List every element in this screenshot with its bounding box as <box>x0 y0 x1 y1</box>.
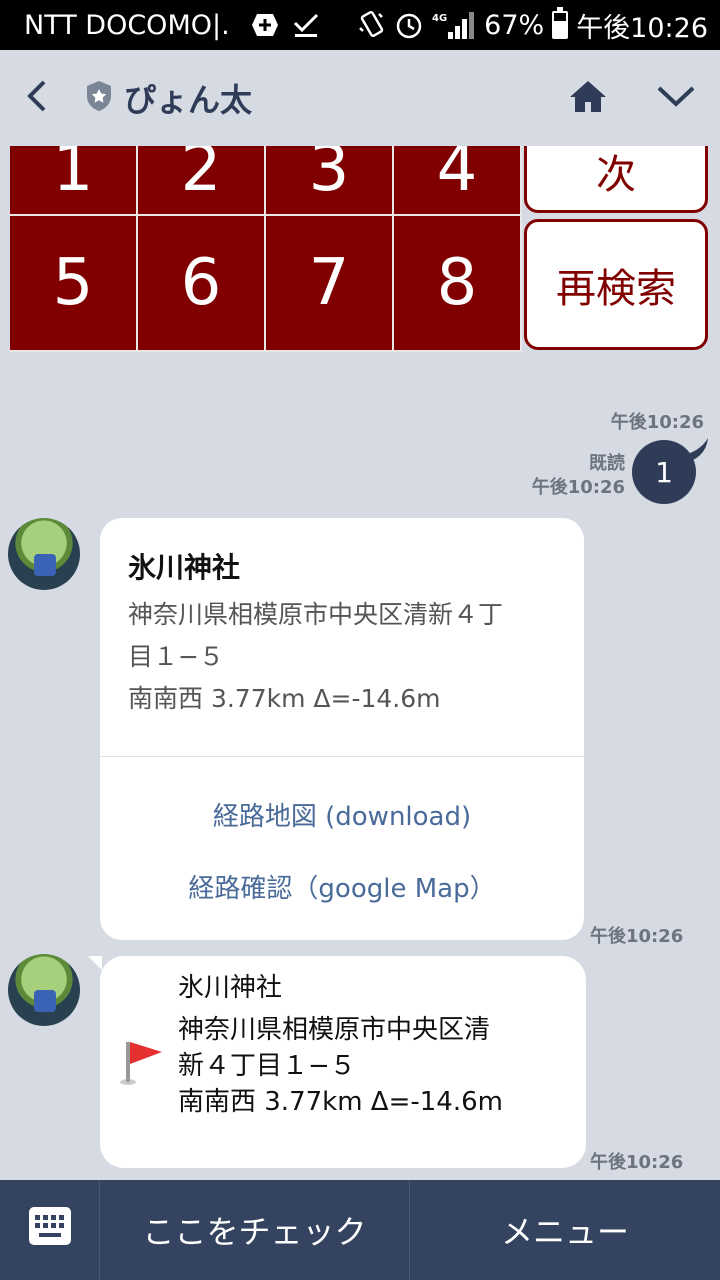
location-timestamp: 午後10:26 <box>590 1152 684 1173</box>
card-address-line1: 神奈川県相模原市中央区清新４丁 <box>128 600 504 629</box>
red-flag-icon <box>118 1034 166 1090</box>
read-label: 既読 <box>589 453 625 474</box>
route-map-download-link[interactable]: 経路地図 (download) <box>100 796 584 833</box>
carrier-name: NTT DOCOMO|. <box>24 9 230 41</box>
vibrate-icon <box>356 10 386 40</box>
card-divider <box>100 756 584 757</box>
sent-bubble-tail <box>680 438 708 462</box>
number-grid: 1 2 3 4 5 6 7 8 次 再検索 <box>10 146 710 352</box>
timestamp: 午後10:26 <box>610 412 704 433</box>
clock: 午後10:26 <box>576 12 708 44</box>
card-direction: 南南西 3.77km Δ=-14.6m <box>128 684 441 713</box>
number-button-3[interactable]: 3 <box>266 146 394 216</box>
number-button-6[interactable]: 6 <box>138 216 266 352</box>
chat-title: ぴょん太 <box>124 81 253 119</box>
card-title: 氷川神社 <box>128 551 241 584</box>
bottom-bar: ここをチェック メニュー <box>0 1180 720 1280</box>
location-card: 氷川神社 神奈川県相模原市中央区清新４丁 目１−５ 南南西 3.77km Δ=-… <box>100 518 584 940</box>
chat-area: 1 2 3 4 5 6 7 8 次 再検索 午後10:26 既読 午後10:26… <box>0 146 720 1180</box>
chevron-left-icon[interactable] <box>24 78 48 118</box>
avatar[interactable] <box>8 954 80 1026</box>
shield-star-icon <box>84 79 114 117</box>
research-button[interactable]: 再検索 <box>524 219 708 350</box>
location-address-line2: 新４丁目１−５ <box>178 1051 356 1081</box>
check-here-button[interactable]: ここをチェック <box>100 1180 410 1280</box>
location-name: 氷川神社 <box>178 973 283 1003</box>
chat-header: ぴょん太 <box>0 50 720 146</box>
number-button-5[interactable]: 5 <box>10 216 138 352</box>
check-download-icon <box>292 12 320 38</box>
number-button-8[interactable]: 8 <box>394 216 522 352</box>
home-icon[interactable] <box>568 78 608 118</box>
number-button-4[interactable]: 4 <box>394 146 522 216</box>
keyboard-icon <box>28 1206 72 1254</box>
battery-icon <box>552 7 569 39</box>
card-timestamp: 午後10:26 <box>590 926 684 947</box>
card-address-line2: 目１−５ <box>128 642 224 671</box>
number-button-1[interactable]: 1 <box>10 146 138 216</box>
route-google-map-link[interactable]: 経路確認（google Map） <box>100 868 584 905</box>
status-bar: NTT DOCOMO|. 4G 67% 午後10:26 <box>0 0 720 50</box>
next-button[interactable]: 次 <box>524 146 708 213</box>
battery-percent: 67% <box>484 9 545 41</box>
chevron-down-icon[interactable] <box>656 83 696 113</box>
signal-icon: 4G <box>432 10 476 40</box>
alarm-clock-icon <box>394 10 424 40</box>
read-status: 既読 午後10:26 <box>532 452 625 500</box>
network-type: 4G <box>432 13 447 24</box>
notification-icons <box>250 12 320 38</box>
number-button-2[interactable]: 2 <box>138 146 266 216</box>
location-direction: 南南西 3.77km Δ=-14.6m <box>178 1087 503 1117</box>
location-text: 氷川神社 神奈川県相模原市中央区清 新４丁目１−５ 南南西 3.77km Δ=-… <box>178 970 558 1120</box>
avatar[interactable] <box>8 518 80 590</box>
card-address: 神奈川県相模原市中央区清新４丁 目１−５ 南南西 3.77km Δ=-14.6m <box>128 594 568 720</box>
sent-time: 午後10:26 <box>531 477 625 498</box>
number-button-7[interactable]: 7 <box>266 216 394 352</box>
menu-button[interactable]: メニュー <box>410 1180 720 1280</box>
location-address-line1: 神奈川県相模原市中央区清 <box>178 1015 491 1045</box>
plus-box-icon <box>250 12 280 38</box>
location-message-bubble[interactable]: 氷川神社 神奈川県相模原市中央区清 新４丁目１−５ 南南西 3.77km Δ=-… <box>88 956 586 1168</box>
keyboard-button[interactable] <box>0 1180 100 1280</box>
battery-fill <box>554 20 567 37</box>
